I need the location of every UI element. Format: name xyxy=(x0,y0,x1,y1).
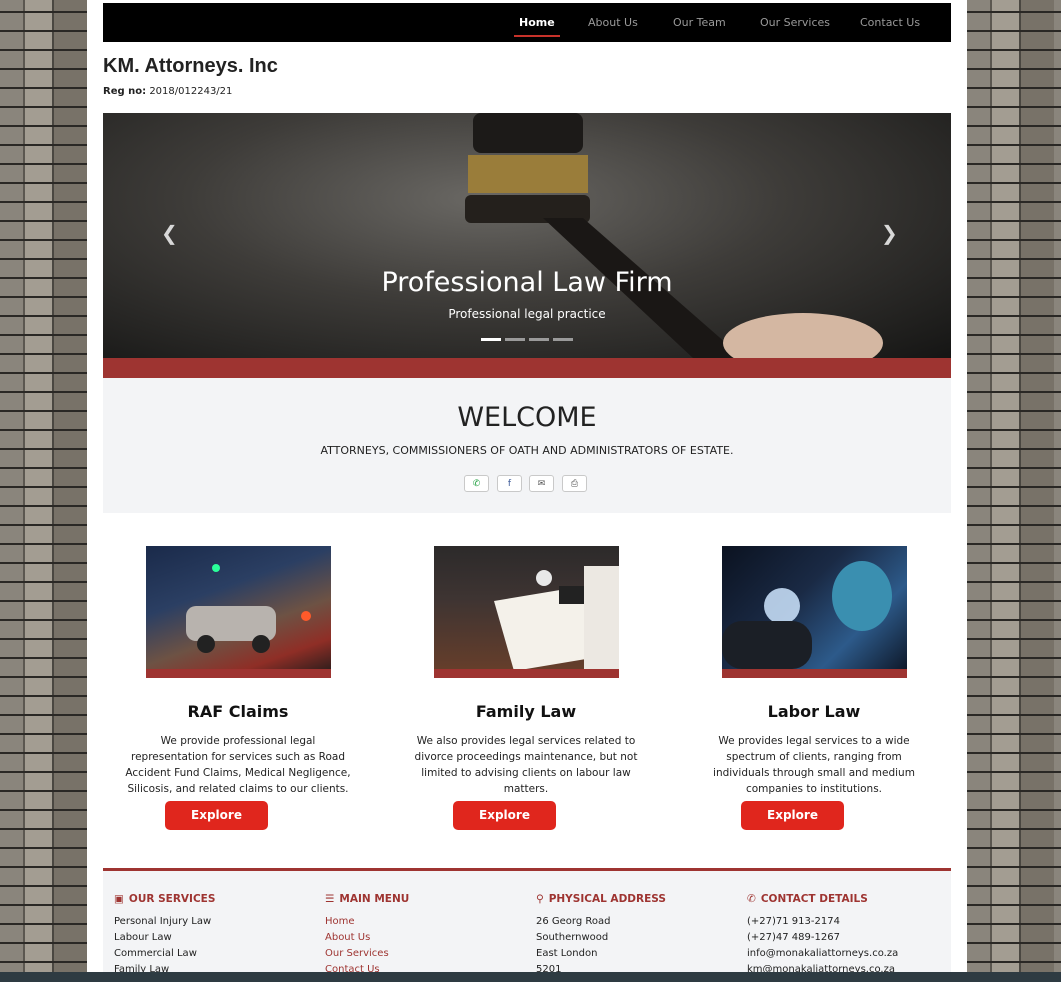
stone-wall-left xyxy=(0,0,87,982)
menu-icon: ☰ xyxy=(325,893,335,905)
address-line: Southernwood xyxy=(536,932,609,943)
hero-subtitle: Professional legal practice xyxy=(448,307,606,321)
carousel-indicator[interactable] xyxy=(529,338,549,341)
footer-contact: ✆ CONTACT DETAILS (+27)71 913-2174 (+27)4… xyxy=(747,893,898,972)
reg-label: Reg no: xyxy=(103,86,147,97)
raf-claims-image xyxy=(145,546,331,678)
footer-item: Commercial Law xyxy=(114,948,197,959)
card-text: We provides legal services to a wide spe… xyxy=(713,735,915,795)
card-text: We provide professional legal representa… xyxy=(125,735,351,795)
os-taskbar xyxy=(0,972,1061,982)
car-crash-image xyxy=(185,564,311,653)
page-container: Home About Us Our Team Our Services Cont… xyxy=(87,0,967,972)
explore-button[interactable]: Explore xyxy=(453,801,556,830)
labor-law-image xyxy=(721,546,907,678)
welcome-title: WELCOME xyxy=(457,402,597,433)
contact-phone: (+27)71 913-2174 xyxy=(747,916,840,927)
footer-link-services[interactable]: Our Services xyxy=(325,946,409,962)
footer-heading: MAIN MENU xyxy=(339,893,410,905)
footer-heading: PHYSICAL ADDRESS xyxy=(548,893,666,905)
image-accent-band xyxy=(145,669,331,678)
explore-button[interactable]: Explore xyxy=(741,801,844,830)
footer-item: Labour Law xyxy=(114,932,172,943)
carousel-indicator[interactable] xyxy=(481,338,501,341)
card-title: Labor Law xyxy=(767,702,861,721)
image-accent-band xyxy=(433,669,619,678)
nav-our-team[interactable]: Our Team xyxy=(673,3,726,42)
nav-contact-us[interactable]: Contact Us xyxy=(860,3,920,42)
gavel-image xyxy=(465,113,590,223)
nav-our-services[interactable]: Our Services xyxy=(760,3,830,42)
footer-heading: OUR SERVICES xyxy=(128,893,216,905)
whatsapp-icon[interactable]: ✆ xyxy=(464,475,489,492)
email-icon[interactable]: ✉ xyxy=(529,475,554,492)
card-title: RAF Claims xyxy=(187,702,289,721)
hero-title: Professional Law Firm xyxy=(381,267,673,298)
nav-about-us[interactable]: About Us xyxy=(588,3,638,42)
card-title: Family Law xyxy=(475,702,577,721)
carousel-next-icon[interactable]: ❯ xyxy=(881,221,898,245)
brand-title: KM. Attorneys. Inc xyxy=(103,55,278,77)
contact-phone: (+27)47 489-1267 xyxy=(747,932,840,943)
footer-address: ⚲ PHYSICAL ADDRESS 26 Georg Road Southern… xyxy=(536,893,666,972)
carousel-prev-icon[interactable]: ❮ xyxy=(161,221,178,245)
family-law-image xyxy=(433,546,619,678)
hero-carousel: ❮ ❯ Professional Law Firm Professional l… xyxy=(103,113,951,358)
address-line: 5201 xyxy=(536,964,562,972)
address-line: 26 Georg Road xyxy=(536,916,611,927)
card-text: We also provides legal services related … xyxy=(414,735,638,795)
meeting-desk-image xyxy=(493,566,619,678)
registration-number: Reg no: 2018/012243/21 xyxy=(103,86,232,97)
stone-wall-right xyxy=(967,0,1061,982)
service-card-raf: RAF Claims We provide professional legal… xyxy=(123,546,353,830)
footer-item: Family Law xyxy=(114,964,170,972)
footer-item: Personal Injury Law xyxy=(114,916,212,927)
carousel-indicator[interactable] xyxy=(505,338,525,341)
map-pin-icon: ⚲ xyxy=(536,893,544,905)
contact-email[interactable]: km@monakaliattorneys.co.za xyxy=(747,962,898,972)
address-line: East London xyxy=(536,948,598,959)
footer-link-contact[interactable]: Contact Us xyxy=(325,962,409,972)
nav-home[interactable]: Home xyxy=(514,3,560,42)
footer-heading: CONTACT DETAILS xyxy=(760,893,868,905)
footer-main-menu: ☰ MAIN MENU Home About Us Our Services Co… xyxy=(325,893,409,972)
accent-band xyxy=(103,358,951,378)
top-navbar: Home About Us Our Team Our Services Cont… xyxy=(103,3,951,42)
contact-email[interactable]: info@monakaliattorneys.co.za xyxy=(747,946,898,962)
gift-icon: ▣ xyxy=(114,893,124,905)
footer-services: ▣ OUR SERVICES Personal Injury Law Labour… xyxy=(114,893,215,972)
service-card-family: Family Law We also provides legal servic… xyxy=(411,546,641,830)
phone-icon: ✆ xyxy=(747,893,756,905)
footer-link-about[interactable]: About Us xyxy=(325,930,409,946)
service-card-labor: Labor Law We provides legal services to … xyxy=(699,546,929,830)
footer-link-home[interactable]: Home xyxy=(325,914,409,930)
facebook-icon[interactable]: f xyxy=(497,475,522,492)
carousel-indicator[interactable] xyxy=(553,338,573,341)
explore-button[interactable]: Explore xyxy=(165,801,268,830)
welcome-subtitle: ATTORNEYS, COMMISSIONERS OF OATH AND ADM… xyxy=(320,444,734,457)
print-icon[interactable]: ⎙ xyxy=(562,475,587,492)
footer: ▣ OUR SERVICES Personal Injury Law Labour… xyxy=(103,868,951,972)
image-accent-band xyxy=(721,669,907,678)
reg-value: 2018/012243/21 xyxy=(149,86,233,97)
welcome-section: WELCOME ATTORNEYS, COMMISSIONERS OF OATH… xyxy=(103,378,951,513)
welder-image xyxy=(721,561,892,669)
